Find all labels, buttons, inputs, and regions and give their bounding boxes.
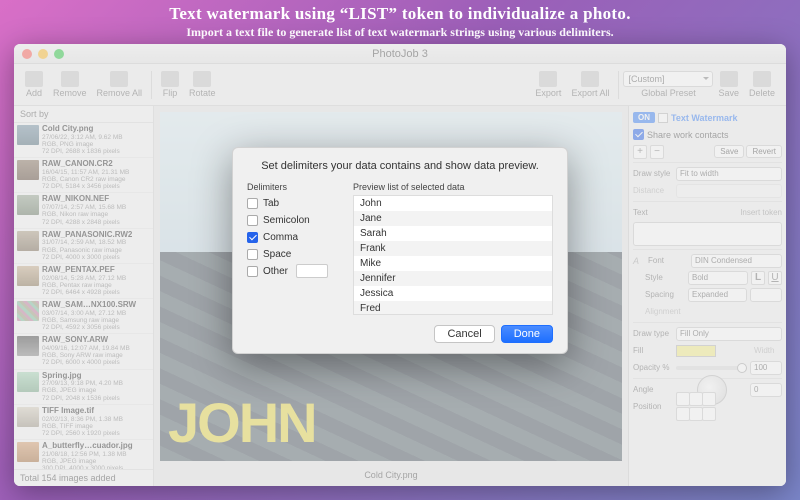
cancel-button[interactable]: Cancel [434,325,494,343]
delim-semicolon[interactable]: Semicolon [247,212,339,229]
preview-row[interactable]: Jane [354,211,552,226]
delim-tab[interactable]: Tab [247,195,339,212]
preview-row[interactable]: Frank [354,241,552,256]
preview-row[interactable]: Mike [354,256,552,271]
modal-backdrop: Set delimiters your data contains and sh… [0,0,800,500]
preview-row[interactable]: Sarah [354,226,552,241]
delimiter-dialog: Set delimiters your data contains and sh… [232,147,568,354]
preview-row[interactable]: Fred [354,301,552,315]
dialog-title: Set delimiters your data contains and sh… [247,160,553,172]
other-delimiter-input[interactable] [296,264,328,278]
preview-list[interactable]: JohnJaneSarahFrankMikeJenniferJessicaFre… [353,195,553,315]
preview-header: Preview list of selected data [353,182,553,192]
preview-row[interactable]: Jennifer [354,271,552,286]
preview-row[interactable]: John [354,196,552,211]
done-button[interactable]: Done [501,325,553,343]
delimiters-header: Delimiters [247,182,339,192]
delim-comma[interactable]: Comma [247,229,339,246]
preview-row[interactable]: Jessica [354,286,552,301]
delim-other[interactable]: Other [247,263,339,280]
delim-space[interactable]: Space [247,246,339,263]
